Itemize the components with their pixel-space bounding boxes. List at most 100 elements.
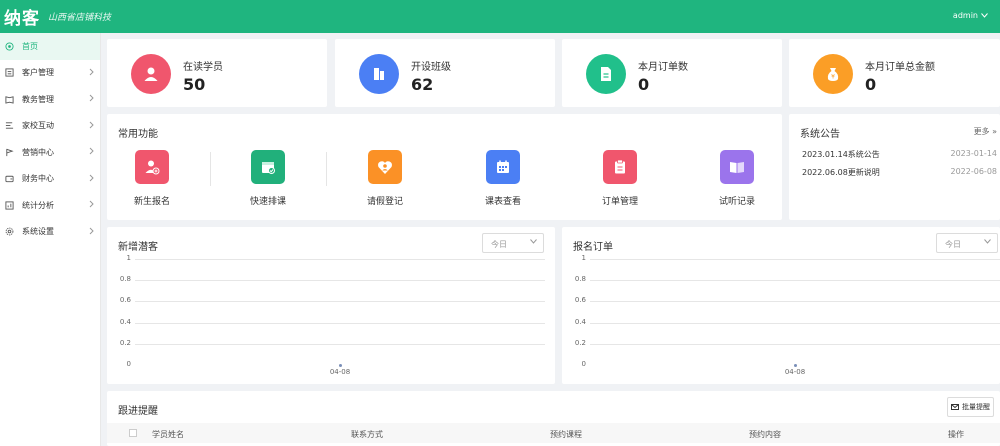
func-label: 试听记录 [718, 197, 755, 207]
common-functions-panel: 常用功能 新生报名 快速排课 请假登记 课表查看 订单管理 试听记录 [107, 114, 782, 220]
y-tick-label: 0 [581, 360, 586, 368]
chart-icon [4, 200, 14, 210]
sidebar-item-label: 家校互动 [22, 121, 54, 131]
calendar-icon [486, 150, 520, 184]
notice-item[interactable]: 2022.06.08更新说明 2022-06-08 [802, 167, 997, 178]
period-select[interactable]: 今日 [936, 233, 998, 253]
column-header: 预约课程 [550, 430, 582, 439]
stat-label: 本月订单数 [638, 62, 688, 73]
func-order-management[interactable]: 订单管理 [585, 150, 655, 207]
chevron-right-icon [89, 174, 94, 181]
sidebar-item-label: 首页 [22, 41, 38, 51]
func-label: 新生报名 [133, 197, 170, 207]
y-tick-label: 0.8 [119, 275, 131, 284]
func-leave-register[interactable]: 请假登记 [350, 150, 420, 207]
sidebar-item-statistics[interactable]: 统计分析 [0, 192, 100, 219]
calendar-check-icon [251, 150, 285, 184]
func-quick-schedule[interactable]: 快速排课 [233, 150, 303, 207]
stat-card-students[interactable]: 在读学员 50 [107, 39, 327, 107]
book-icon [4, 94, 14, 104]
document-icon [586, 54, 626, 94]
gridline [590, 343, 1000, 345]
period-select[interactable]: 今日 [482, 233, 544, 253]
app-logo[interactable]: 纳客 [4, 4, 40, 29]
stat-card-classes[interactable]: 开设班级 62 [335, 39, 555, 107]
sidebar-item-finance[interactable]: 财务中心 [0, 166, 100, 193]
func-label: 快速排课 [249, 197, 286, 207]
user-menu[interactable]: admin [953, 11, 988, 20]
chevron-down-icon [984, 239, 991, 244]
more-link[interactable]: 更多 » [974, 126, 997, 137]
user-icon [131, 54, 171, 94]
sidebar-item-interaction[interactable]: 家校互动 [0, 113, 100, 140]
column-header: 操作 [948, 430, 964, 439]
stat-label: 开设班级 [411, 62, 451, 73]
section-title: 跟进提醒 [118, 406, 158, 417]
stat-card-revenue[interactable]: ¥ 本月订单总金额 0 [789, 39, 1000, 107]
data-point[interactable] [338, 363, 342, 367]
add-student-icon [135, 150, 169, 184]
gridline [135, 280, 545, 282]
stat-card-orders[interactable]: 本月订单数 0 [562, 39, 782, 107]
sidebar-item-settings[interactable]: 系统设置 [0, 219, 100, 246]
y-tick-label: 0.8 [574, 275, 586, 284]
sidebar-item-academic[interactable]: 教务管理 [0, 86, 100, 113]
gear-icon [4, 227, 14, 237]
chevron-right-icon [89, 200, 94, 208]
top-bar: 纳客 山西省店铺科技 admin [0, 0, 1000, 33]
section-title: 新增潜客 [118, 242, 158, 253]
column-header: 联系方式 [351, 430, 383, 439]
y-tick-label: 0.2 [119, 338, 131, 347]
select-all-checkbox[interactable] [129, 429, 137, 437]
section-title: 常用功能 [118, 129, 158, 140]
y-tick-label: 0.6 [119, 296, 131, 305]
y-tick-label: 0.6 [574, 296, 586, 305]
stat-value: 50 [183, 75, 206, 94]
notice-date: 2023-01-14 [950, 149, 998, 158]
batch-remind-button[interactable]: 批量提醒 [947, 397, 994, 417]
chevron-right-icon [89, 94, 94, 102]
open-book-icon [720, 150, 754, 184]
section-title: 系统公告 [800, 129, 840, 140]
func-label: 课表查看 [484, 197, 521, 207]
notice-panel: 系统公告 更多 » 2023.01.14系统公告 2023-01-14 2022… [789, 114, 1000, 220]
gridline [135, 301, 545, 303]
y-tick-label: 0 [126, 360, 131, 368]
mail-icon [951, 404, 959, 410]
x-tick-label: 04-08 [329, 368, 351, 376]
sidebar-item-customers[interactable]: 客户管理 [0, 60, 100, 87]
chevron-right-icon [89, 147, 94, 155]
chat-icon [4, 121, 14, 131]
gridline [135, 259, 545, 260]
func-new-enrollment[interactable]: 新生报名 [117, 150, 187, 207]
sidebar-item-label: 财务中心 [22, 174, 54, 184]
chevron-down-icon [981, 13, 988, 18]
sidebar-item-label: 教务管理 [22, 94, 54, 104]
chevron-down-icon [530, 239, 537, 244]
stat-label: 本月订单总金额 [865, 62, 935, 73]
home-icon [4, 41, 14, 51]
func-trial-records[interactable]: 试听记录 [702, 150, 772, 207]
user-name[interactable]: admin [953, 11, 978, 20]
chevron-right-icon [89, 121, 94, 128]
table-header: 学员姓名 联系方式 预约课程 预约内容 操作 [107, 423, 1000, 443]
sidebar-item-label: 系统设置 [22, 227, 54, 237]
sidebar-item-marketing[interactable]: 营销中心 [0, 139, 100, 166]
sidebar-item-label: 营销中心 [22, 147, 54, 157]
column-header: 预约内容 [749, 430, 781, 439]
new-leads-panel: 新增潜客 今日 1 0.8 0.6 0.4 0.2 0 04-08 [107, 227, 555, 384]
notice-item[interactable]: 2023.01.14系统公告 2023-01-14 [802, 149, 997, 160]
divider [210, 152, 211, 186]
notice-title: 2023.01.14系统公告 [802, 150, 880, 159]
stat-value: 62 [411, 75, 434, 94]
sidebar-item-home[interactable]: 首页 [0, 33, 100, 60]
y-tick-label: 0.4 [574, 317, 586, 326]
building-icon [359, 54, 399, 94]
data-point[interactable] [793, 363, 797, 367]
gridline [135, 322, 545, 324]
y-tick-label: 0.2 [574, 338, 586, 347]
user-group-icon [4, 68, 14, 78]
gridline [135, 343, 545, 345]
func-label: 订单管理 [601, 197, 638, 207]
func-view-timetable[interactable]: 课表查看 [468, 150, 538, 207]
